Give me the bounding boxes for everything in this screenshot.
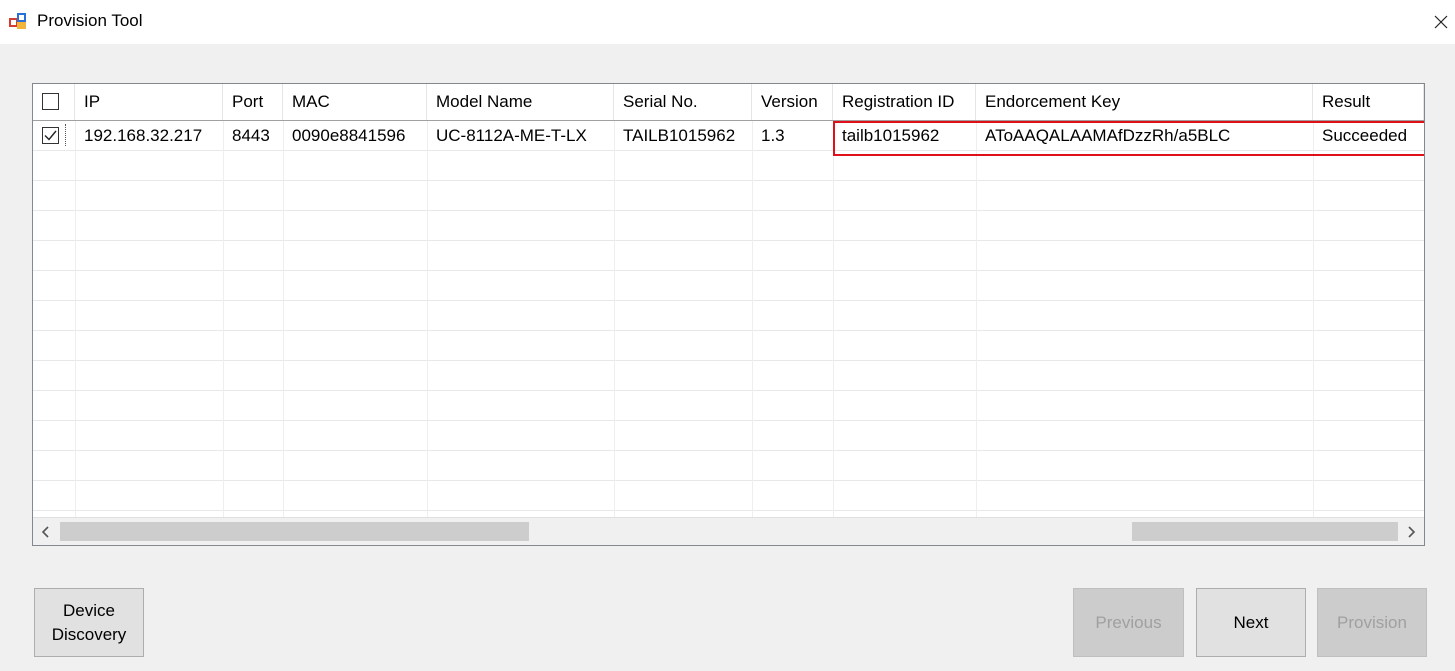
column-header-serial-no[interactable]: Serial No. bbox=[614, 84, 752, 120]
column-header-ip[interactable]: IP bbox=[75, 84, 223, 120]
column-header-version[interactable]: Version bbox=[752, 84, 833, 120]
column-header-registration-id[interactable]: Registration ID bbox=[833, 84, 976, 120]
cell-registration-id: tailb1015962 bbox=[842, 126, 940, 145]
empty-row bbox=[33, 331, 1424, 361]
title-bar: Provision Tool bbox=[0, 0, 1455, 44]
column-divider bbox=[752, 121, 753, 517]
cell-port: 8443 bbox=[232, 126, 270, 145]
scroll-left-icon[interactable] bbox=[33, 518, 59, 545]
horizontal-scrollbar[interactable] bbox=[33, 517, 1424, 545]
device-discovery-button[interactable]: Device Discovery bbox=[34, 588, 144, 657]
table-row[interactable]: 192.168.32.217 8443 0090e8841596 UC-8112… bbox=[33, 121, 1424, 151]
cell-serial-no: TAILB1015962 bbox=[623, 126, 736, 145]
provision-button[interactable]: Provision bbox=[1317, 588, 1427, 657]
column-header-endorcement-key[interactable]: Endorcement Key bbox=[976, 84, 1313, 120]
cell-version: 1.3 bbox=[761, 126, 785, 145]
column-divider bbox=[614, 121, 615, 517]
cell-mac: 0090e8841596 bbox=[292, 126, 406, 145]
empty-row bbox=[33, 421, 1424, 451]
column-header-mac[interactable]: MAC bbox=[283, 84, 427, 120]
cell-endorcement-key: AToAAQALAAMAfDzzRh/a5BLC bbox=[985, 126, 1231, 145]
scrollbar-thumb[interactable] bbox=[60, 522, 529, 541]
window-title: Provision Tool bbox=[37, 11, 143, 30]
empty-row bbox=[33, 211, 1424, 241]
cell-ip: 192.168.32.217 bbox=[84, 126, 203, 145]
column-header-result[interactable]: Result bbox=[1313, 84, 1424, 120]
column-header-port[interactable]: Port bbox=[223, 84, 283, 120]
column-divider bbox=[427, 121, 428, 517]
empty-row bbox=[33, 361, 1424, 391]
row-focus-indicator bbox=[65, 124, 67, 146]
empty-row bbox=[33, 241, 1424, 271]
empty-row bbox=[33, 391, 1424, 421]
column-divider bbox=[223, 121, 224, 517]
empty-row bbox=[33, 301, 1424, 331]
select-all-checkbox[interactable] bbox=[42, 93, 59, 110]
column-divider bbox=[1313, 121, 1314, 517]
scrollbar-track-segment[interactable] bbox=[1132, 522, 1398, 541]
column-header-model-name[interactable]: Model Name bbox=[427, 84, 614, 120]
empty-row bbox=[33, 271, 1424, 301]
app-window-icon bbox=[9, 12, 27, 30]
row-checkbox[interactable] bbox=[42, 127, 59, 144]
previous-button[interactable]: Previous bbox=[1073, 588, 1184, 657]
column-divider bbox=[75, 121, 76, 517]
device-grid[interactable]: IP Port MAC Model Name Serial No. Versio… bbox=[32, 83, 1425, 546]
empty-row bbox=[33, 481, 1424, 511]
grid-header: IP Port MAC Model Name Serial No. Versio… bbox=[33, 84, 1424, 121]
column-divider bbox=[833, 121, 834, 517]
next-button[interactable]: Next bbox=[1196, 588, 1306, 657]
close-icon[interactable] bbox=[1427, 0, 1455, 44]
scroll-right-icon[interactable] bbox=[1398, 518, 1424, 545]
row-select-cell bbox=[33, 121, 75, 150]
cell-model-name: UC-8112A-ME-T-LX bbox=[436, 126, 587, 145]
empty-row bbox=[33, 151, 1424, 181]
column-divider bbox=[283, 121, 284, 517]
empty-row bbox=[33, 181, 1424, 211]
cell-result: Succeeded bbox=[1322, 126, 1408, 145]
empty-row bbox=[33, 451, 1424, 481]
column-divider bbox=[976, 121, 977, 517]
header-select-cell bbox=[33, 84, 75, 120]
